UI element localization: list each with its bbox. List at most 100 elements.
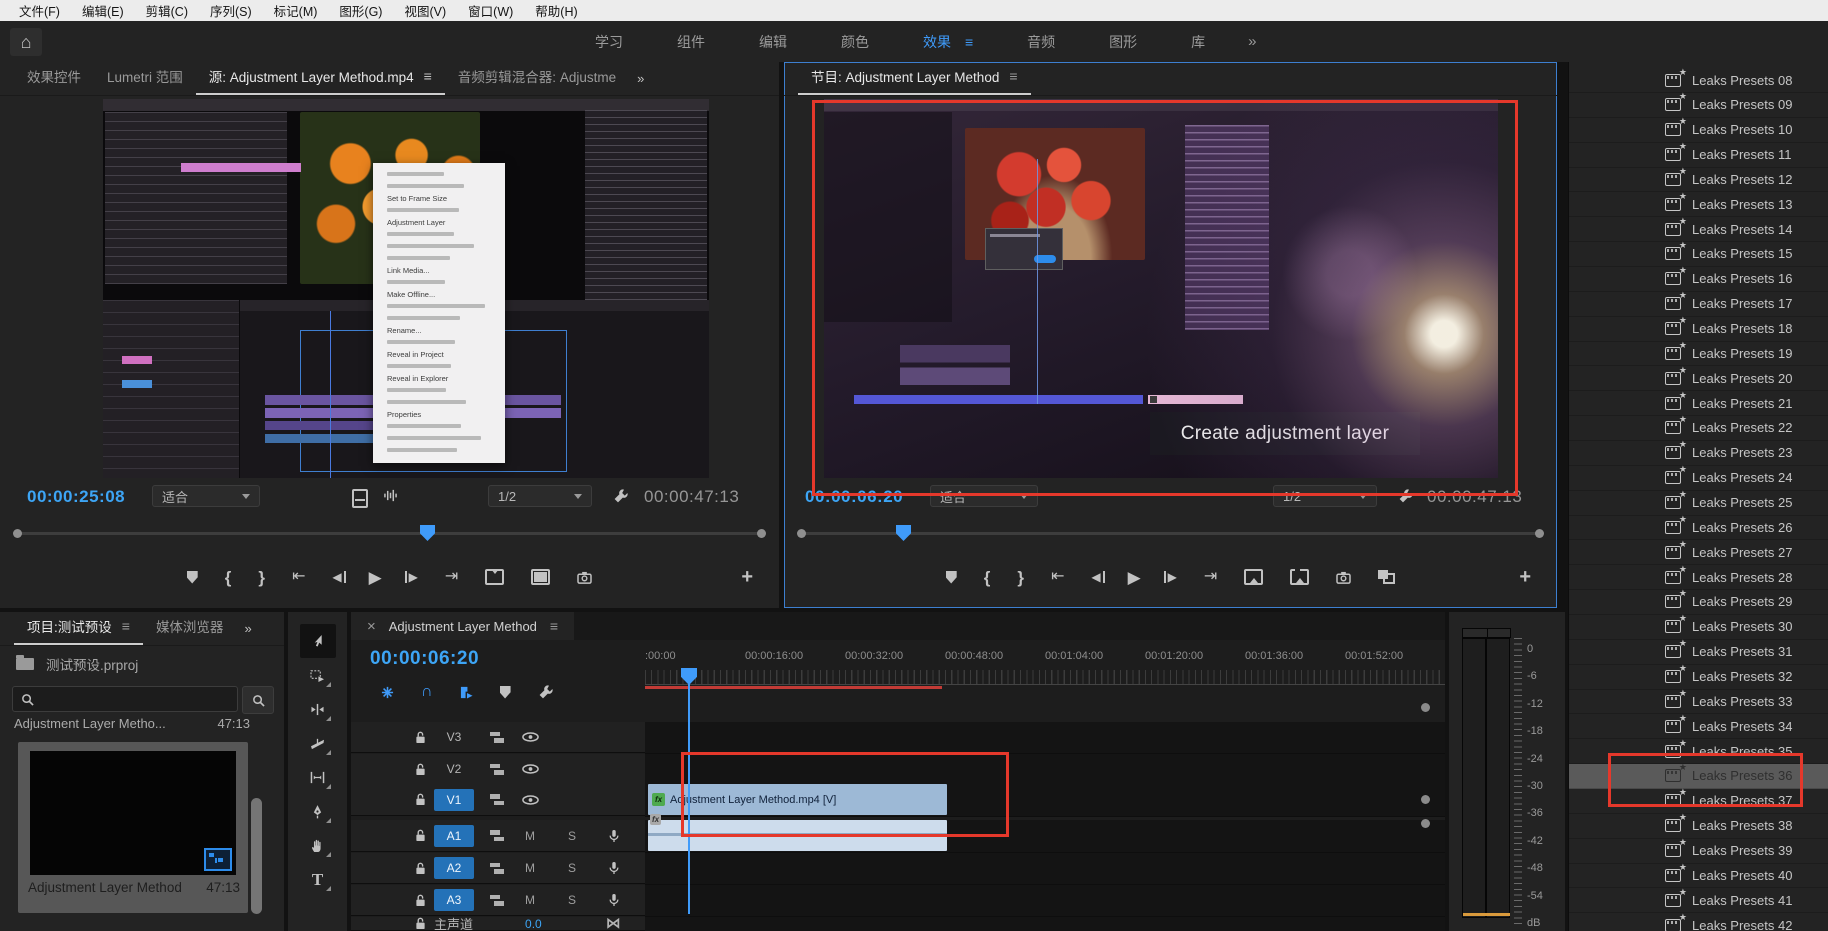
drag-video-icon[interactable] — [352, 489, 368, 508]
workspace-tab-编辑[interactable]: 编辑 — [732, 32, 814, 52]
snap-icon[interactable]: ∩ — [421, 684, 433, 700]
tab-overflow-chevron[interactable]: » — [629, 71, 652, 95]
track-row-A2-content[interactable] — [645, 853, 1445, 885]
mark-in-icon[interactable]: { — [984, 569, 991, 586]
tab-project[interactable]: 项目:测试预设 ≡ — [14, 616, 143, 645]
lock-icon[interactable] — [415, 862, 426, 875]
tool-selection[interactable] — [300, 624, 336, 658]
track-target-V1[interactable]: V1 — [434, 789, 474, 811]
preset-item[interactable]: Leaks Presets 10 — [1569, 118, 1828, 143]
preset-item[interactable]: Leaks Presets 12 — [1569, 167, 1828, 192]
patch-icon[interactable] — [490, 732, 504, 743]
tab-media-browser[interactable]: 媒体浏览器 — [143, 616, 237, 645]
preset-item[interactable]: Leaks Presets 24 — [1569, 466, 1828, 491]
track-target-A2[interactable]: A2 — [434, 857, 474, 879]
preset-item[interactable]: Leaks Presets 13 — [1569, 192, 1828, 217]
preset-item[interactable]: Leaks Presets 41 — [1569, 888, 1828, 913]
source-tab[interactable]: 音频剪辑混合器: Adjustme — [445, 66, 629, 95]
lock-icon[interactable] — [415, 731, 426, 744]
workspace-tab-组件[interactable]: 组件 — [650, 32, 732, 52]
track-row-master-content[interactable] — [645, 917, 1445, 931]
timeline-scroll-handle[interactable] — [1421, 795, 1430, 804]
menu-item[interactable]: 剪辑(C) — [135, 1, 199, 20]
solo-button[interactable]: S — [556, 861, 588, 875]
preset-item[interactable]: Leaks Presets 40 — [1569, 863, 1828, 888]
timeline-scroll-handle[interactable] — [1421, 703, 1430, 712]
eye-icon[interactable] — [522, 795, 539, 805]
preset-item[interactable]: Leaks Presets 34 — [1569, 714, 1828, 739]
preset-item[interactable]: Leaks Presets 29 — [1569, 590, 1828, 615]
solo-button[interactable]: S — [556, 893, 588, 907]
record-mic-button[interactable] — [598, 893, 630, 907]
extract-icon[interactable] — [1290, 569, 1309, 585]
lock-icon[interactable] — [415, 793, 426, 806]
tool-hand[interactable] — [300, 828, 336, 862]
workspace-tab-学习[interactable]: 学习 — [568, 32, 650, 52]
lock-icon[interactable] — [415, 917, 426, 930]
menu-item[interactable]: 序列(S) — [199, 1, 263, 20]
menu-item[interactable]: 视图(V) — [393, 1, 457, 20]
preset-item[interactable]: Leaks Presets 25 — [1569, 491, 1828, 516]
menu-item[interactable]: 编辑(E) — [71, 1, 135, 20]
program-fit-select[interactable]: 适合 — [930, 485, 1038, 507]
search-input[interactable] — [42, 691, 216, 707]
timeline-ruler-ticks[interactable] — [645, 670, 1445, 685]
workspace-tab-颜色[interactable]: 颜色 — [814, 32, 896, 52]
preset-item[interactable]: Leaks Presets 22 — [1569, 416, 1828, 441]
settings-wrench-icon[interactable] — [1398, 488, 1414, 504]
preset-item[interactable]: Leaks Presets 08 — [1569, 68, 1828, 93]
preset-item[interactable]: Leaks Presets 19 — [1569, 341, 1828, 366]
go-to-in-icon[interactable]: ⇤ — [292, 569, 305, 585]
workspace-tab-音频[interactable]: 音频 — [1000, 32, 1082, 52]
source-current-timecode[interactable]: 00:00:25:08 — [27, 487, 125, 507]
step-forward-icon[interactable]: ▶ — [1168, 571, 1177, 583]
nest-toggle-icon[interactable] — [460, 686, 473, 699]
preset-item[interactable]: Leaks Presets 42 — [1569, 913, 1828, 931]
solo-button[interactable]: S — [556, 829, 588, 843]
sequence-thumbnail[interactable] — [30, 751, 236, 875]
preset-item[interactable]: Leaks Presets 14 — [1569, 217, 1828, 242]
go-to-in-icon[interactable]: ⇤ — [1051, 569, 1064, 585]
workspace-tab-效果[interactable]: 效果≡ — [896, 32, 1000, 52]
preset-item[interactable]: Leaks Presets 33 — [1569, 689, 1828, 714]
video-clip[interactable]: fx Adjustment Layer Method.mp4 [V] — [648, 784, 947, 815]
patch-icon[interactable] — [490, 863, 504, 874]
lock-icon[interactable] — [415, 763, 426, 776]
panel-menu-icon[interactable]: ≡ — [1009, 68, 1017, 84]
tab-overflow-chevron[interactable]: » — [236, 621, 259, 645]
project-scrollbar[interactable] — [251, 798, 262, 914]
track-target-V3[interactable]: V3 — [434, 726, 474, 748]
timeline-ruler[interactable]: :00:0000:00:16:0000:00:32:0000:00:48:000… — [645, 650, 1445, 666]
preset-item[interactable]: Leaks Presets 16 — [1569, 267, 1828, 292]
record-mic-button[interactable] — [598, 829, 630, 843]
step-back-icon[interactable]: ◀ — [1091, 571, 1100, 583]
menu-item[interactable]: 标记(M) — [263, 1, 329, 20]
source-button-editor[interactable]: + — [741, 556, 753, 598]
track-target-A3[interactable]: A3 — [434, 889, 474, 911]
mute-button[interactable]: M — [514, 893, 546, 907]
lift-icon[interactable] — [1244, 569, 1263, 585]
preset-item[interactable]: Leaks Presets 30 — [1569, 615, 1828, 640]
preset-item[interactable]: Leaks Presets 15 — [1569, 242, 1828, 267]
preset-item[interactable]: Leaks Presets 18 — [1569, 317, 1828, 342]
track-row-A3-content[interactable] — [645, 885, 1445, 917]
preset-item[interactable]: Leaks Presets 32 — [1569, 665, 1828, 690]
preset-item[interactable]: Leaks Presets 23 — [1569, 441, 1828, 466]
audio-clip[interactable]: fx — [648, 820, 947, 851]
play-icon[interactable]: ▶ — [369, 569, 382, 586]
workspace-menu-icon[interactable]: ≡ — [965, 35, 973, 49]
step-forward-icon[interactable]: ▶ — [409, 571, 418, 583]
menu-item[interactable]: 图形(G) — [328, 1, 393, 20]
source-tab[interactable]: 源: Adjustment Layer Method.mp4≡ — [196, 66, 445, 95]
tool-track-select[interactable] — [300, 658, 336, 692]
add-marker-icon[interactable] — [187, 571, 198, 584]
lock-icon[interactable] — [415, 894, 426, 907]
add-marker-icon[interactable] — [500, 686, 511, 699]
patch-icon[interactable] — [490, 794, 504, 805]
source-fit-select[interactable]: 适合 — [152, 485, 260, 507]
timeline-current-timecode[interactable]: 00:00:06:20 — [370, 648, 479, 670]
preset-item[interactable]: Leaks Presets 27 — [1569, 540, 1828, 565]
mark-out-icon[interactable]: } — [258, 569, 265, 586]
menu-item[interactable]: 文件(F) — [8, 1, 71, 20]
add-marker-icon[interactable] — [946, 571, 957, 584]
